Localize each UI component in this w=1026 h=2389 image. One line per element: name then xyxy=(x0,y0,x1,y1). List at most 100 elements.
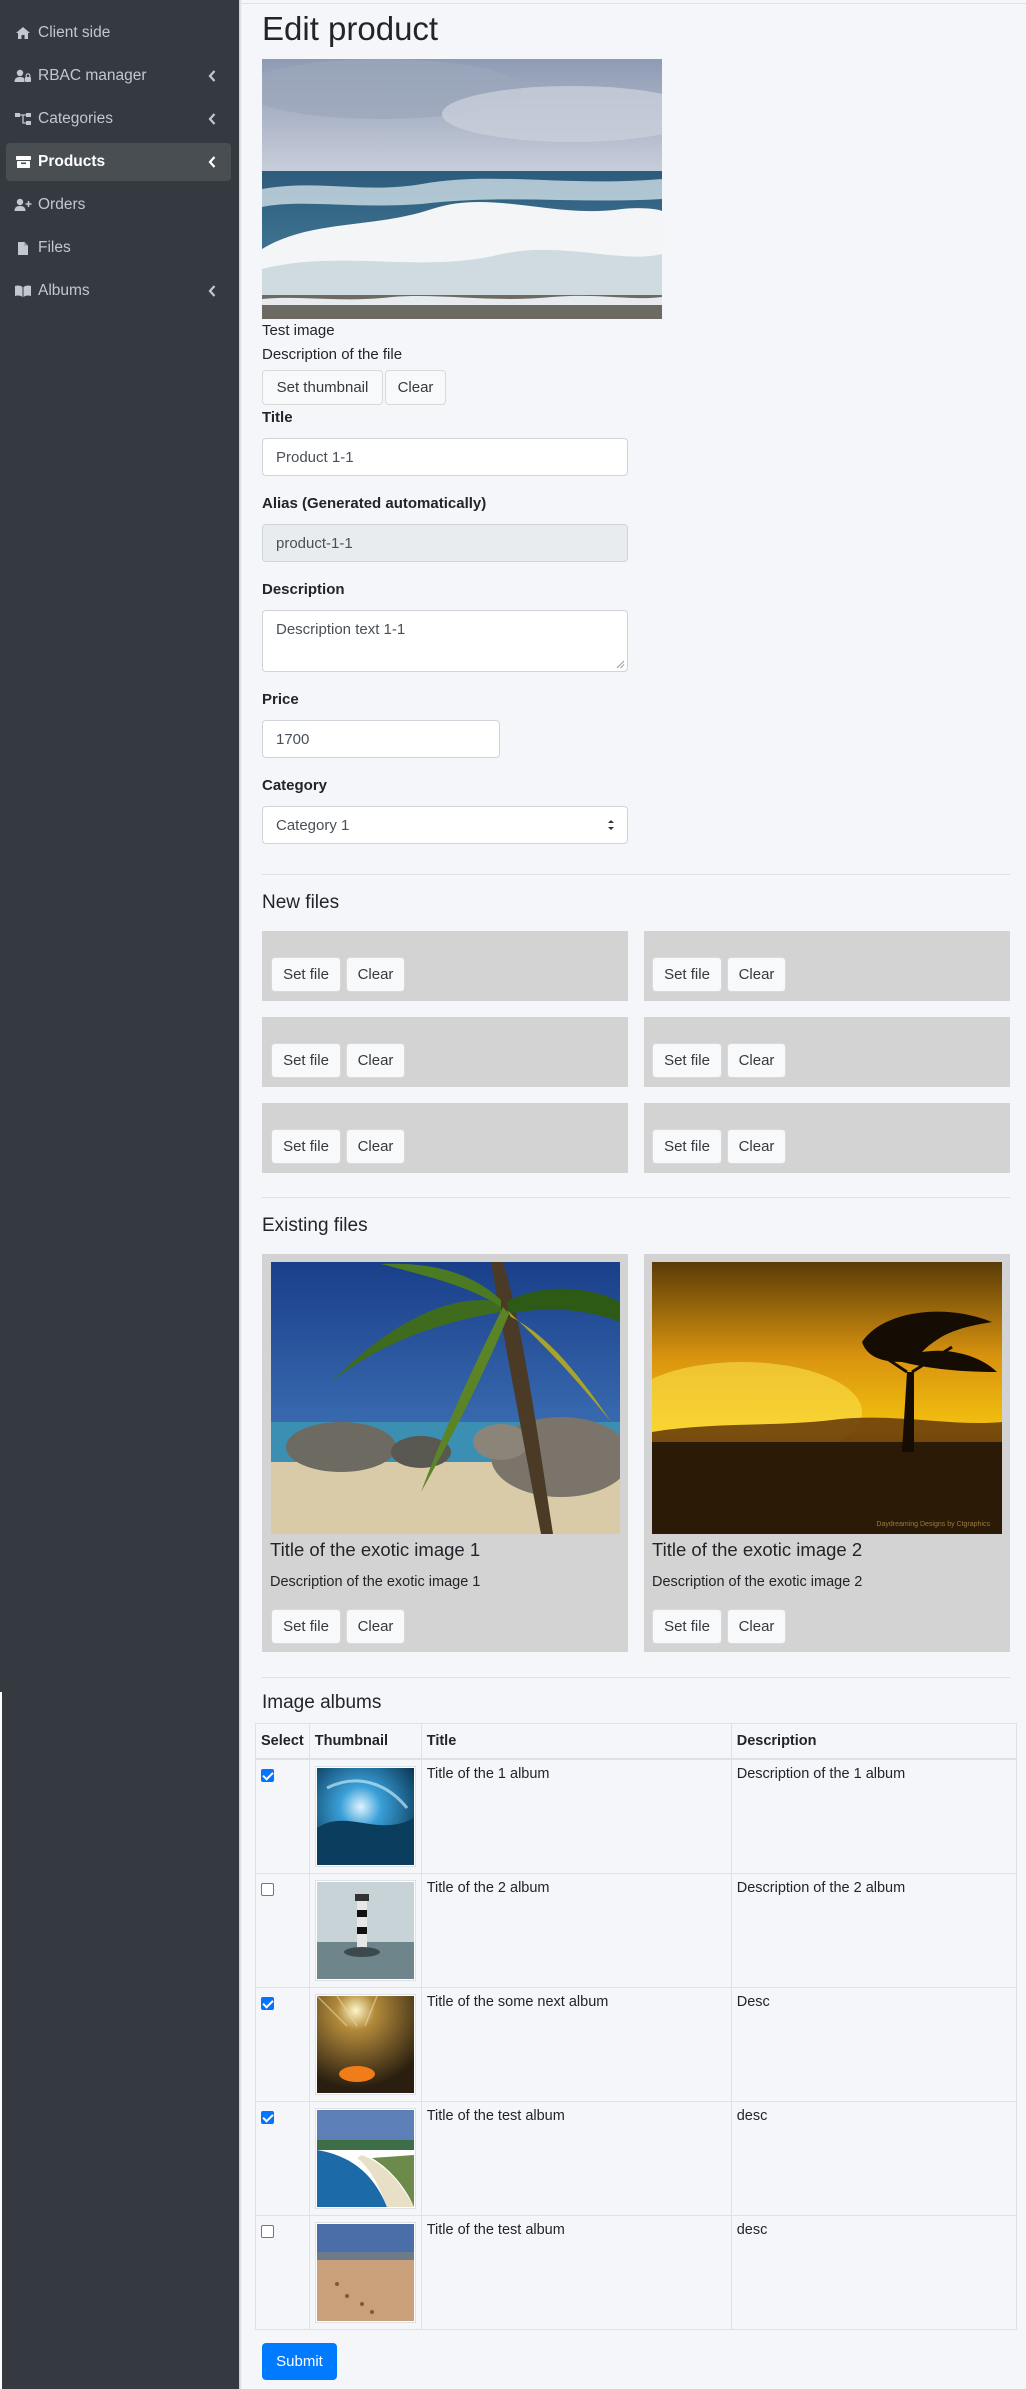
user-plus-icon xyxy=(14,196,32,214)
album-select-checkbox[interactable] xyxy=(261,1882,274,1896)
sidebar-item-albums[interactable]: Albums xyxy=(6,272,231,310)
chevron-left-icon xyxy=(208,285,216,297)
price-input-value: 1700 xyxy=(276,730,310,748)
price-input[interactable]: 1700 xyxy=(262,720,500,758)
divider xyxy=(262,1197,1010,1198)
album-description: Description of the 1 album xyxy=(730,1758,1018,1874)
submit-button[interactable]: Submit xyxy=(262,2343,337,2380)
sitemap-icon xyxy=(14,110,32,128)
set-file-button[interactable]: Set file xyxy=(652,957,722,992)
category-label: Category xyxy=(262,777,328,794)
clear-file-button[interactable]: Clear xyxy=(346,957,405,992)
title-input-value: Product 1-1 xyxy=(276,448,354,466)
clear-file-button[interactable]: Clear xyxy=(727,1043,786,1078)
sidebar-item-label: Files xyxy=(38,239,71,256)
sidebar-item-label: Orders xyxy=(38,196,86,213)
alias-input-value: product-1-1 xyxy=(276,534,353,552)
album-description: Description of the 2 album xyxy=(730,1872,1018,1988)
album-thumbnail xyxy=(314,1879,416,1981)
alias-input: product-1-1 xyxy=(262,524,628,562)
divider xyxy=(262,1677,1010,1678)
sidebar: Client side RBAC manager Categories Prod… xyxy=(0,0,239,2389)
sidebar-item-categories[interactable]: Categories xyxy=(6,100,231,138)
sidebar-item-rbac-manager[interactable]: RBAC manager xyxy=(6,57,231,95)
clear-file-button[interactable]: Clear xyxy=(346,1609,405,1644)
existing-file-title: Title of the exotic image 1 xyxy=(270,1539,481,1560)
alias-label: Alias (Generated automatically) xyxy=(262,495,487,512)
home-icon xyxy=(14,24,32,42)
set-file-button[interactable]: Set file xyxy=(271,1609,341,1644)
title-input[interactable]: Product 1-1 xyxy=(262,438,628,476)
existing-files-heading: Existing files xyxy=(262,1215,368,1236)
product-thumbnail-image xyxy=(262,59,662,319)
category-select[interactable]: Category 1 xyxy=(262,806,628,844)
set-file-button[interactable]: Set file xyxy=(271,1129,341,1164)
existing-file-image xyxy=(271,1262,620,1534)
title-label: Title xyxy=(262,409,293,426)
album-title: Title of the some next album xyxy=(420,1986,732,2102)
existing-file-image: Daydreaming Designs by Ctgraphics xyxy=(652,1262,1002,1534)
column-header-select: Select xyxy=(255,1723,310,1760)
album-title: Title of the 2 album xyxy=(420,1872,732,1988)
table-row: Title of the 1 album Description of the … xyxy=(255,1758,1018,1874)
resize-handle-icon[interactable] xyxy=(616,660,625,669)
set-file-button[interactable]: Set file xyxy=(652,1043,722,1078)
sidebar-shadow xyxy=(239,0,242,2389)
chevron-left-icon xyxy=(208,70,216,82)
album-description: desc xyxy=(730,2214,1018,2330)
album-thumbnail xyxy=(314,1765,416,1867)
sidebar-item-client-side[interactable]: Client side xyxy=(6,14,231,52)
set-thumbnail-button[interactable]: Set thumbnail xyxy=(262,370,383,405)
sidebar-item-label: Client side xyxy=(38,24,111,41)
file-icon xyxy=(14,239,32,257)
clear-thumbnail-button[interactable]: Clear xyxy=(385,370,446,405)
table-row: Title of the test album desc xyxy=(255,2214,1018,2330)
column-header-title: Title xyxy=(420,1723,732,1760)
album-select-checkbox[interactable] xyxy=(261,2110,274,2124)
description-textarea[interactable]: Description text 1-1 xyxy=(262,610,628,672)
description-textarea-value: Description text 1-1 xyxy=(276,621,406,638)
album-description: Desc xyxy=(730,1986,1018,2102)
sidebar-item-files[interactable]: Files xyxy=(6,229,231,267)
existing-file-card: Daydreaming Designs by Ctgraphics Title … xyxy=(644,1254,1010,1652)
album-select-checkbox[interactable] xyxy=(261,2224,274,2238)
book-icon xyxy=(14,282,32,300)
divider xyxy=(262,874,1010,875)
albums-table: Select Thumbnail Title Description Title… xyxy=(255,1723,1018,2330)
clear-file-button[interactable]: Clear xyxy=(727,957,786,992)
sidebar-item-label: Albums xyxy=(38,282,90,299)
sidebar-item-products[interactable]: Products xyxy=(6,143,231,181)
sidebar-item-orders[interactable]: Orders xyxy=(6,186,231,224)
sidebar-item-label: Categories xyxy=(38,110,113,127)
existing-file-description: Description of the exotic image 1 xyxy=(270,1574,481,1590)
set-file-button[interactable]: Set file xyxy=(271,1043,341,1078)
sidebar-item-label: Products xyxy=(38,153,106,170)
image-albums-heading: Image albums xyxy=(262,1692,382,1713)
new-files-heading: New files xyxy=(262,892,340,913)
category-select-value: Category 1 xyxy=(276,816,350,834)
album-thumbnail xyxy=(314,2107,416,2209)
album-select-checkbox[interactable] xyxy=(261,1996,274,2010)
existing-file-card: Title of the exotic image 1 Description … xyxy=(262,1254,628,1652)
set-file-button[interactable]: Set file xyxy=(652,1129,722,1164)
select-arrows-icon xyxy=(608,820,614,830)
description-label: Description xyxy=(262,581,345,598)
album-description: desc xyxy=(730,2100,1018,2216)
chevron-left-icon xyxy=(208,156,216,168)
existing-file-title: Title of the exotic image 2 xyxy=(652,1539,863,1560)
set-file-button[interactable]: Set file xyxy=(271,957,341,992)
set-file-button[interactable]: Set file xyxy=(652,1609,722,1644)
table-row: Title of the 2 album Description of the … xyxy=(255,1872,1018,1988)
image-watermark: Daydreaming Designs by Ctgraphics xyxy=(876,1521,990,1528)
album-title: Title of the test album xyxy=(420,2214,732,2330)
album-select-checkbox[interactable] xyxy=(261,1768,274,1782)
table-row: Title of the some next album Desc xyxy=(255,1986,1018,2102)
album-title: Title of the 1 album xyxy=(420,1758,732,1874)
column-header-thumbnail: Thumbnail xyxy=(308,1723,422,1760)
clear-file-button[interactable]: Clear xyxy=(346,1129,405,1164)
clear-file-button[interactable]: Clear xyxy=(346,1043,405,1078)
sidebar-nav: Client side RBAC manager Categories Prod… xyxy=(6,14,231,315)
clear-file-button[interactable]: Clear xyxy=(727,1129,786,1164)
clear-file-button[interactable]: Clear xyxy=(727,1609,786,1644)
album-thumbnail xyxy=(314,2221,416,2323)
